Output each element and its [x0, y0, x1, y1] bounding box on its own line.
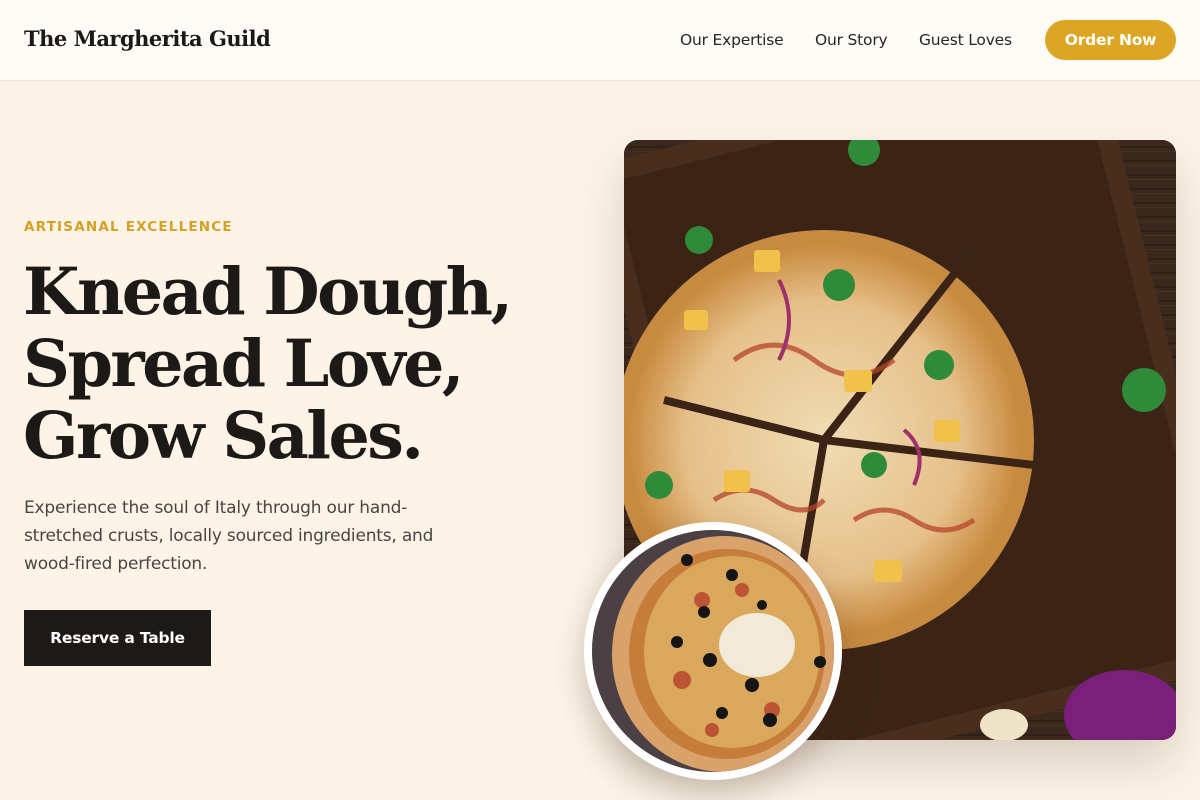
hero-headline: Knead Dough, Spread Love, Grow Sales. [23, 256, 583, 472]
headline-line-1: Knead Dough, [23, 254, 513, 330]
nav-link-our-story[interactable]: Our Story [815, 31, 888, 49]
headline-line-2: Spread Love, [23, 326, 465, 402]
navbar: The Margherita Guild Our Expertise Our S… [0, 0, 1200, 81]
hero-eyebrow: ARTISANAL EXCELLENCE [24, 219, 233, 235]
inset-pizza-image [584, 522, 842, 780]
reserve-table-button[interactable]: Reserve a Table [24, 610, 211, 666]
brand-logo[interactable]: The Margherita Guild [24, 26, 271, 51]
hero-description: Experience the soul of Italy through our… [24, 498, 434, 574]
order-now-button[interactable]: Order Now [1045, 20, 1176, 60]
headline-line-3: Grow Sales. [23, 398, 424, 474]
nav-link-our-expertise[interactable]: Our Expertise [680, 31, 784, 49]
nav-link-guest-loves[interactable]: Guest Loves [919, 31, 1012, 49]
